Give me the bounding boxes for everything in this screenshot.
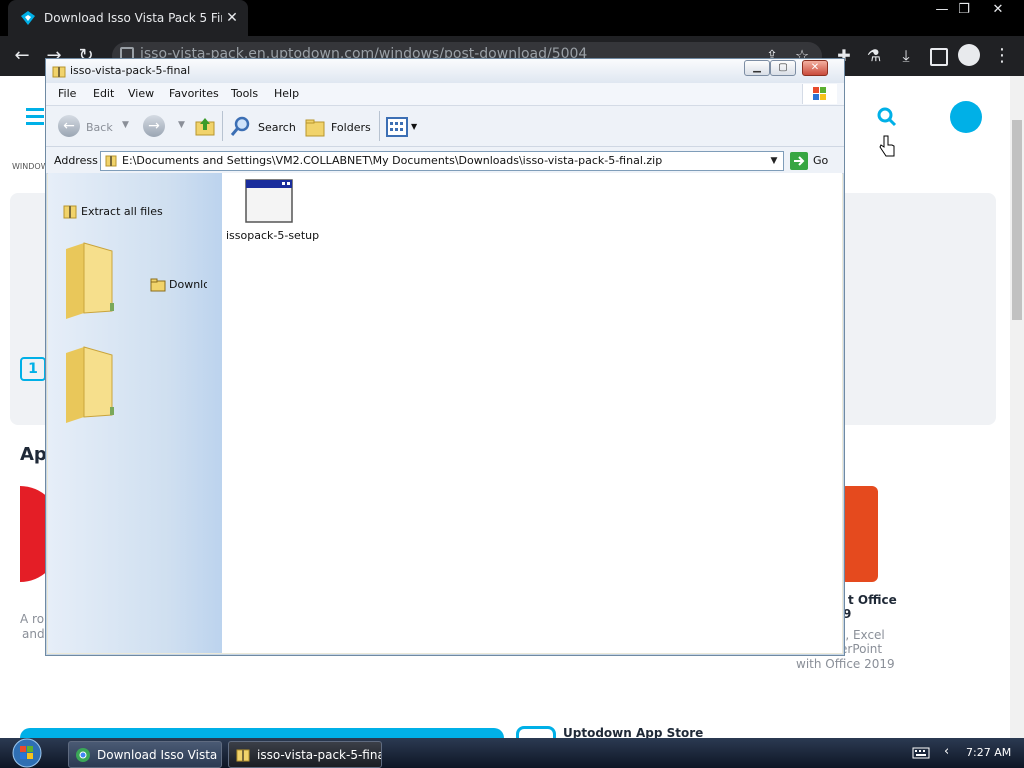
back-icon[interactable]: ←	[58, 115, 80, 137]
back-button-label[interactable]: Back	[86, 121, 113, 134]
hand-cursor-icon	[879, 135, 895, 157]
tray-expand-icon[interactable]: ‹	[944, 744, 949, 759]
views-icon[interactable]	[386, 117, 408, 137]
page-scrollbar-thumb[interactable]	[1012, 120, 1022, 320]
menu-tools[interactable]: Tools	[231, 87, 258, 100]
folders-button-label[interactable]: Folders	[331, 121, 371, 134]
file-name: issopack-5-setup	[226, 229, 320, 242]
taskbar-item-label: isso-vista-pack-5-final	[257, 747, 382, 762]
search-magnifier-icon[interactable]	[229, 115, 253, 139]
app-desc-line: and	[22, 627, 45, 641]
go-arrow-glyph	[794, 156, 805, 166]
back-dropdown-icon[interactable]: ▼	[122, 120, 129, 130]
zip-folder-icon	[105, 155, 117, 167]
address-path: E:\Documents and Settings\VM2.COLLABNET\…	[122, 154, 663, 167]
close-button[interactable]: ✕	[802, 60, 828, 76]
address-dropdown-icon[interactable]: ▼	[766, 152, 782, 170]
browser-close-button[interactable]: ✕	[982, 0, 1014, 20]
address-label: Address	[54, 154, 98, 167]
zip-folder-icon	[236, 749, 250, 761]
labs-flask-icon[interactable]: ⚗	[862, 44, 886, 68]
views-dropdown-icon[interactable]: ▼	[411, 122, 417, 131]
go-arrow-icon[interactable]	[790, 152, 808, 170]
explorer-window: isso-vista-pack-5-final ▁ ▢ ✕ File Edit …	[45, 58, 845, 656]
download-icon[interactable]: ⤓	[894, 44, 918, 68]
browser-menu-icon[interactable]: ⋮	[990, 44, 1014, 68]
file-list-pane	[222, 173, 842, 653]
menu-view[interactable]: View	[128, 87, 154, 100]
folder-large-icon	[66, 242, 114, 319]
taskbar-item-explorer[interactable]: isso-vista-pack-5-final	[228, 741, 382, 768]
zip-folder-icon	[52, 66, 66, 78]
search-button-label[interactable]: Search	[258, 121, 296, 134]
taskbar-item-label: Download Isso Vista ...	[97, 747, 222, 762]
extract-zip-icon	[63, 205, 77, 219]
hamburger-menu-icon[interactable]	[26, 108, 44, 111]
file-item[interactable]: issopack-5-setup	[226, 179, 319, 243]
taskbar-item-chrome[interactable]: Download Isso Vista ...	[68, 741, 222, 768]
menu-edit[interactable]: Edit	[93, 87, 114, 100]
forward-icon[interactable]: →	[143, 115, 165, 137]
windows-logo	[802, 84, 837, 104]
folder-small-icon	[150, 278, 166, 292]
app-desc-line: A ro	[20, 612, 45, 626]
nav-label: WINDOW	[12, 162, 49, 171]
explorer-toolbar	[46, 106, 844, 147]
section-heading: Ap	[20, 444, 47, 465]
search-icon[interactable]	[876, 106, 898, 128]
profile-avatar-icon[interactable]	[958, 44, 980, 66]
maximize-button[interactable]: ▢	[770, 60, 796, 76]
toolbar-separator	[379, 111, 380, 141]
folders-icon[interactable]	[304, 116, 326, 138]
keyboard-icon[interactable]	[912, 746, 930, 760]
back-arrow-icon[interactable]: ←	[10, 44, 34, 68]
browser-tab-title: Download Isso Vista Pack 5 Final for	[44, 11, 222, 25]
extract-all-files-link[interactable]: Extract all files	[81, 205, 163, 218]
other-place-link[interactable]: Downlo	[169, 278, 207, 291]
office-desc-line: erPoint	[840, 642, 883, 656]
uptodown-logo-icon	[21, 11, 35, 25]
office-title[interactable]: t Office	[848, 593, 897, 607]
window-title: isso-vista-pack-5-final	[70, 64, 191, 77]
folder-large-icon	[66, 346, 114, 423]
menu-bar	[46, 83, 844, 106]
windows-flag-icon	[813, 87, 826, 100]
up-folder-icon[interactable]	[194, 115, 216, 137]
toolbar-separator	[222, 111, 223, 141]
menu-file[interactable]: File	[58, 87, 76, 100]
taskbar-clock[interactable]: 7:27 AM	[966, 746, 1011, 759]
browser-tab[interactable]: Download Isso Vista Pack 5 Final for ✕	[8, 0, 248, 36]
chrome-icon	[76, 747, 90, 762]
side-panel-icon[interactable]	[930, 48, 948, 66]
menu-help[interactable]: Help	[274, 87, 299, 100]
application-window-icon	[245, 179, 293, 223]
user-account-icon[interactable]	[950, 101, 982, 133]
browser-restore-button[interactable]: ❐	[948, 0, 980, 20]
office-desc-line: with Office 2019	[796, 657, 895, 671]
explorer-titlebar[interactable]: isso-vista-pack-5-final ▁ ▢ ✕	[46, 59, 844, 83]
step-badge: 1	[20, 357, 46, 381]
office-app-icon[interactable]	[840, 486, 878, 582]
go-button-label[interactable]: Go	[813, 154, 828, 167]
menu-favorites[interactable]: Favorites	[169, 87, 219, 100]
minimize-button[interactable]: ▁	[744, 60, 770, 76]
tab-close-icon[interactable]: ✕	[222, 10, 242, 26]
start-button-icon[interactable]	[8, 738, 46, 768]
forward-dropdown-icon[interactable]: ▼	[178, 120, 185, 130]
